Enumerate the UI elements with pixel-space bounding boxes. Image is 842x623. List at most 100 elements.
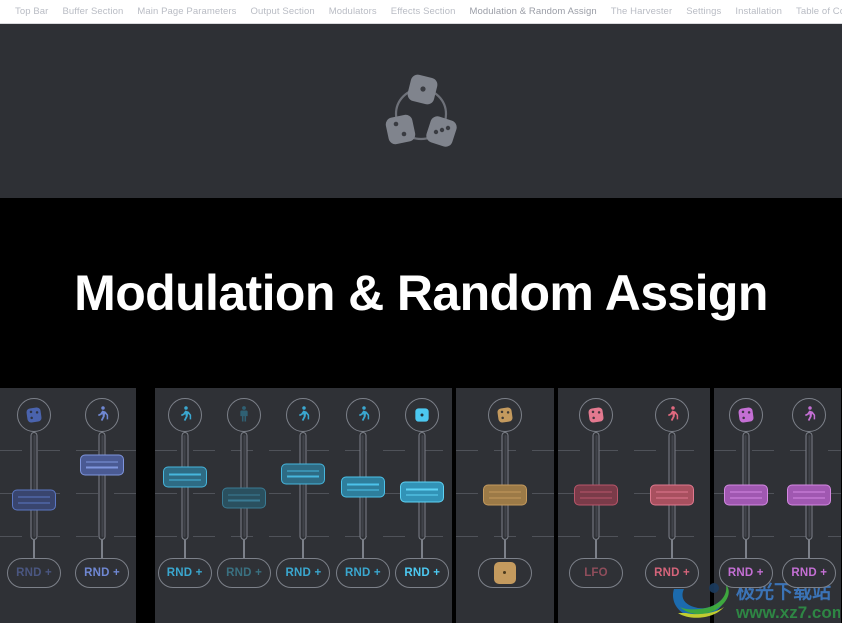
- slider-track[interactable]: [477, 432, 533, 558]
- assign-button-rnd[interactable]: RND +: [335, 558, 390, 588]
- slider-channel: [477, 398, 533, 623]
- slider-rail: [98, 432, 106, 540]
- slider-channel: RND +: [644, 398, 700, 623]
- slider-track[interactable]: [781, 432, 837, 558]
- source-dice-one-icon[interactable]: [405, 398, 440, 432]
- nav-item-modulation-random-assign[interactable]: Modulation & Random Assign: [462, 0, 603, 23]
- assign-button-rnd[interactable]: RND +: [782, 558, 837, 588]
- slider-channel: RND +: [394, 398, 450, 623]
- slider-handle[interactable]: [574, 484, 618, 506]
- slider-channel: RND +: [74, 398, 130, 623]
- assign-button-rnd[interactable]: RND +: [217, 558, 272, 588]
- assign-button-label: RND +: [226, 567, 262, 579]
- source-walking-person-icon[interactable]: [167, 398, 202, 432]
- assign-button-lfo[interactable]: LFO: [569, 558, 623, 588]
- source-walking-person-icon[interactable]: [286, 398, 321, 432]
- slider-handle[interactable]: [222, 487, 267, 509]
- source-walking-person-icon[interactable]: [655, 398, 689, 432]
- assign-button-label: RND +: [344, 567, 381, 579]
- panel-divider: [136, 388, 155, 623]
- assign-button-rnd[interactable]: RND +: [718, 558, 773, 588]
- slider-track[interactable]: [644, 432, 700, 558]
- assign-button-rnd[interactable]: RND +: [645, 558, 699, 588]
- slider-channel: RND +: [335, 398, 391, 623]
- slider-neck: [243, 540, 246, 558]
- slider-rail: [240, 432, 248, 540]
- nav-item-modulators[interactable]: Modulators: [322, 0, 384, 23]
- page-root: Top Bar Buffer Section Main Page Parameter…: [0, 0, 842, 623]
- slider-handle[interactable]: [281, 463, 326, 485]
- source-walking-person-icon[interactable]: [792, 398, 827, 432]
- panel-blue: RND + RND +: [0, 388, 136, 623]
- slider-track[interactable]: [275, 432, 331, 558]
- nav-item-effects-section[interactable]: Effects Section: [384, 0, 463, 23]
- assign-button-rnd[interactable]: RND +: [157, 558, 212, 588]
- slider-handle[interactable]: [12, 489, 56, 511]
- modulation-strip: RND + RND + RND + RND + RND + RND + RND + LFO RN…: [0, 388, 842, 623]
- source-dice-icon[interactable]: [579, 398, 613, 432]
- nav-item-output-section[interactable]: Output Section: [244, 0, 322, 23]
- source-dice-icon[interactable]: [488, 398, 522, 432]
- slider-channel: RND +: [216, 398, 272, 623]
- slider-track[interactable]: [157, 432, 213, 558]
- nav-item-settings[interactable]: Settings: [679, 0, 728, 23]
- source-dice-icon[interactable]: [728, 398, 763, 432]
- slider-track[interactable]: [718, 432, 774, 558]
- nav-item-buffer-section[interactable]: Buffer Section: [55, 0, 130, 23]
- slider-neck: [361, 540, 364, 558]
- source-dice-icon[interactable]: [17, 398, 51, 432]
- slider-channel: RND +: [6, 398, 62, 623]
- slider-channel: RND +: [781, 398, 837, 623]
- nav-item-the-harvester[interactable]: The Harvester: [604, 0, 680, 23]
- random-dice-button[interactable]: [478, 558, 532, 588]
- slider-neck: [744, 540, 747, 558]
- slider-rail: [30, 432, 38, 540]
- assign-button-label: RND +: [285, 567, 322, 579]
- slider-rail: [299, 432, 307, 540]
- slider-neck: [101, 540, 103, 558]
- nav-item-main-page-parameters[interactable]: Main Page Parameters: [130, 0, 243, 23]
- slider-track[interactable]: [394, 432, 450, 558]
- slider-track[interactable]: [568, 432, 624, 558]
- nav-item-installation[interactable]: Installation: [728, 0, 789, 23]
- source-walking-person-icon[interactable]: [345, 398, 380, 432]
- slider-neck: [671, 540, 673, 558]
- page-title: Modulation & Random Assign: [74, 265, 768, 321]
- slider-neck: [183, 540, 186, 558]
- hero-logo-band: [0, 24, 842, 198]
- nav-item-top-bar[interactable]: Top Bar: [8, 0, 55, 23]
- assign-button-rnd[interactable]: RND +: [7, 558, 61, 588]
- assign-button-label: LFO: [584, 567, 608, 579]
- slider-handle[interactable]: [787, 484, 832, 506]
- assign-button-rnd[interactable]: RND +: [75, 558, 129, 588]
- slider-handle[interactable]: [400, 481, 445, 503]
- panel-gold: [456, 388, 554, 623]
- slider-handle[interactable]: [80, 454, 124, 476]
- assign-button-label: RND +: [84, 567, 120, 579]
- slider-handle[interactable]: [340, 476, 385, 498]
- panel-cyan: RND + RND + RND + RND + RND +: [155, 388, 452, 623]
- assign-button-rnd[interactable]: RND +: [395, 558, 450, 588]
- slider-neck: [504, 540, 506, 558]
- slider-neck: [808, 540, 811, 558]
- slider-handle[interactable]: [162, 466, 207, 488]
- slider-track[interactable]: [335, 432, 391, 558]
- assign-button-label: RND +: [16, 567, 52, 579]
- source-walking-person-icon[interactable]: [85, 398, 119, 432]
- assign-button-rnd[interactable]: RND +: [276, 558, 331, 588]
- nav-item-table-of-content[interactable]: Table of Content: [789, 0, 842, 23]
- page-title-band: Modulation & Random Assign: [0, 198, 842, 388]
- slider-track[interactable]: [74, 432, 130, 558]
- slider-neck: [595, 540, 597, 558]
- slider-channel: RND +: [275, 398, 331, 623]
- source-standing-person-icon[interactable]: [227, 398, 262, 432]
- slider-neck: [421, 540, 424, 558]
- slider-handle[interactable]: [723, 484, 768, 506]
- slider-neck: [302, 540, 305, 558]
- slider-handle[interactable]: [650, 484, 694, 506]
- slider-track[interactable]: [6, 432, 62, 558]
- slider-handle[interactable]: [483, 484, 527, 506]
- slider-channel: LFO: [568, 398, 624, 623]
- slider-track[interactable]: [216, 432, 272, 558]
- assign-button-label: RND +: [791, 567, 828, 579]
